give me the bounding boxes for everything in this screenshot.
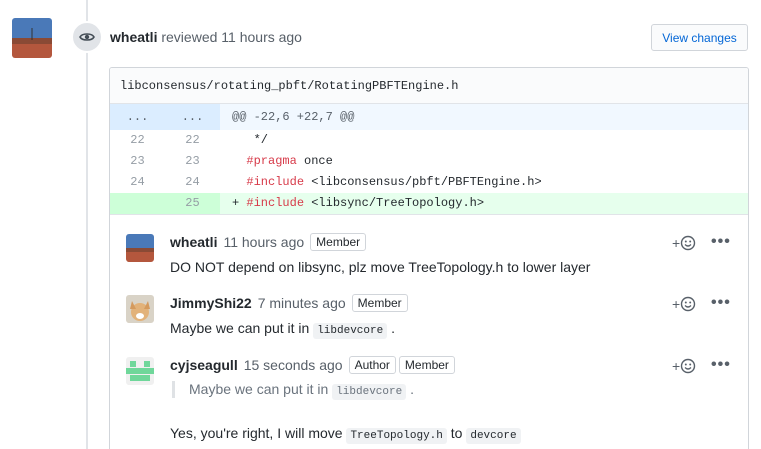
quote-text: . (406, 381, 414, 397)
file-path[interactable]: libconsensus/rotating_pbft/RotatingPBFTE… (110, 68, 748, 104)
add-reaction-button[interactable]: + (672, 358, 696, 374)
comment-header: JimmyShi22 7 minutes ago Member (170, 294, 408, 312)
hunk-text: @@ -22,6 +22,7 @@ (232, 110, 355, 124)
expand-right[interactable]: ... (165, 104, 220, 130)
comment-time[interactable]: 15 seconds ago (244, 357, 343, 373)
comment-body: Maybe we can put it in libdevcore . (170, 320, 395, 339)
smiley-icon (680, 235, 696, 251)
add-reaction-button[interactable]: + (672, 235, 696, 251)
new-line-number[interactable]: 24 (165, 172, 220, 193)
more-options-button[interactable]: ••• (711, 233, 731, 251)
line-code: #pragma once (220, 151, 748, 172)
old-line-number[interactable]: 22 (110, 130, 165, 151)
diff-line: 22 22 */ (110, 130, 748, 151)
diff-line: 24 24 #include <libconsensus/pbft/PBFTEn… (110, 172, 748, 193)
line-rest: <libsync/TreeTopology.h> (304, 196, 485, 210)
line-keyword: #include (246, 196, 305, 210)
comment-author[interactable]: wheatli (170, 234, 217, 250)
comment-time[interactable]: 11 hours ago (223, 234, 304, 250)
eye-icon (71, 21, 103, 53)
old-line-number[interactable]: 23 (110, 151, 165, 172)
hunk-header: ... ... @@ -22,6 +22,7 @@ (110, 104, 748, 130)
comment-text: Yes, you're right, I will move (170, 425, 347, 441)
inline-code: TreeTopology.h (346, 428, 447, 444)
inline-code: devcore (466, 428, 521, 444)
avatar[interactable] (12, 18, 52, 58)
comment-text: Maybe we can put it in (170, 320, 314, 336)
line-code: + #include <libsync/TreeTopology.h> (220, 193, 748, 214)
author-label: Author (348, 356, 396, 374)
member-label: Member (310, 233, 367, 251)
review-action: reviewed (161, 29, 218, 45)
comment-header: cyjseagull 15 seconds ago Author Member (170, 356, 455, 374)
inline-code: libdevcore (332, 384, 407, 400)
smiley-icon (680, 358, 696, 374)
old-line-number[interactable]: 24 (110, 172, 165, 193)
avatar[interactable] (126, 295, 154, 323)
diff-line: 23 23 #pragma once (110, 151, 748, 172)
member-label: Member (351, 294, 408, 312)
member-label: Member (398, 356, 455, 374)
line-rest: once (296, 154, 333, 168)
view-changes-button[interactable]: View changes (651, 24, 748, 51)
added-marker: + (232, 196, 240, 210)
comment-time[interactable]: 7 minutes ago (258, 295, 346, 311)
more-options-button[interactable]: ••• (711, 294, 731, 312)
line-keyword: #pragma (246, 154, 297, 168)
comment-author[interactable]: cyjseagull (170, 357, 238, 373)
add-reaction-button[interactable]: + (672, 296, 696, 312)
comment-body: Yes, you're right, I will move TreeTopol… (170, 425, 521, 444)
new-line-number[interactable]: 23 (165, 151, 220, 172)
review-header: wheatli reviewed 11 hours ago (110, 29, 302, 45)
comment-text: to (446, 425, 467, 441)
comment-header: wheatli 11 hours ago Member (170, 233, 367, 251)
expand-left[interactable]: ... (110, 104, 165, 130)
plus-sign: + (672, 235, 681, 251)
line-code: #include <libconsensus/pbft/PBFTEngine.h… (220, 172, 748, 193)
avatar[interactable] (126, 234, 154, 262)
diff-file-box: libconsensus/rotating_pbft/RotatingPBFTE… (109, 67, 749, 449)
diff-line-added: 25 + #include <libsync/TreeTopology.h> (110, 193, 748, 214)
timeline-line (86, 0, 88, 449)
quoted-reply: Maybe we can put it in libdevcore . (172, 381, 414, 400)
comment-text: . (387, 320, 395, 336)
new-line-number[interactable]: 22 (165, 130, 220, 151)
inline-code: libdevcore (313, 323, 388, 339)
line-rest: <libconsensus/pbft/PBFTEngine.h> (304, 175, 542, 189)
review-time[interactable]: 11 hours ago (221, 29, 302, 45)
quote-text: Maybe we can put it in (189, 381, 333, 397)
review-author[interactable]: wheatli (110, 29, 157, 45)
avatar[interactable] (126, 357, 154, 385)
smiley-icon (680, 296, 696, 312)
more-options-button[interactable]: ••• (711, 356, 731, 374)
plus-sign: + (672, 358, 681, 374)
comment-thread: wheatli 11 hours ago Member DO NOT depen… (110, 214, 748, 444)
comment-author[interactable]: JimmyShi22 (170, 295, 252, 311)
new-line-number[interactable]: 25 (165, 193, 220, 214)
comment-body: DO NOT depend on libsync, plz move TreeT… (170, 259, 591, 275)
line-keyword: #include (246, 175, 305, 189)
plus-sign: + (672, 296, 681, 312)
line-code: */ (232, 133, 269, 147)
old-line-number (110, 193, 165, 214)
